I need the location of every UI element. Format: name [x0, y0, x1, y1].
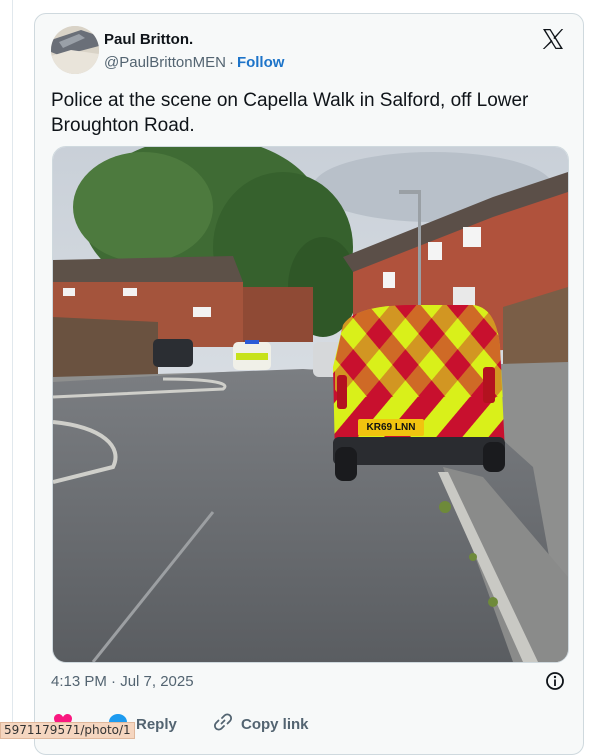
tweet-text: Police at the scene on Capella Walk in S…: [51, 90, 529, 136]
info-icon[interactable]: [545, 671, 567, 693]
status-bar-url: 5971179571/photo/1: [0, 722, 135, 739]
reply-label: Reply: [136, 715, 177, 733]
tweet-photo[interactable]: KR69 LNN: [52, 146, 569, 663]
tweet-card[interactable]: Paul Britton. @PaulBrittonMEN · Follow Pol…: [34, 13, 584, 755]
link-icon: [213, 712, 241, 736]
page-left-rule: [12, 0, 13, 737]
follow-button[interactable]: Follow: [237, 54, 285, 71]
tweet-timestamp[interactable]: 4:13 PM · Jul 7, 2025: [51, 673, 194, 690]
van-number-plate: KR69 LNN: [366, 422, 416, 433]
handle-row: @PaulBrittonMEN · Follow: [104, 54, 284, 71]
author-name[interactable]: Paul Britton.: [104, 31, 193, 48]
copy-link-button[interactable]: Copy link: [213, 712, 309, 736]
author-handle[interactable]: @PaulBrittonMEN: [104, 54, 226, 71]
x-logo-icon[interactable]: [541, 27, 565, 51]
separator-dot: ·: [228, 54, 234, 71]
copy-link-label: Copy link: [241, 715, 309, 733]
avatar[interactable]: [51, 26, 99, 74]
